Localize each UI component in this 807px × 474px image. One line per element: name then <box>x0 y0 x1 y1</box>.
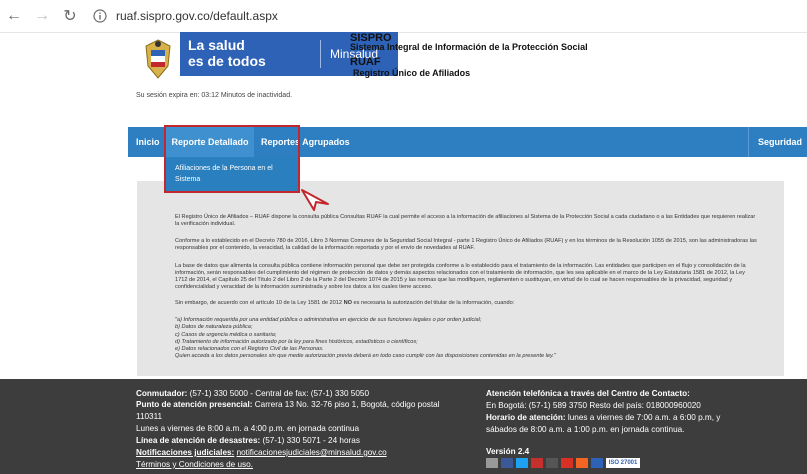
paragraph-autorizacion: Sin embargo, de acuerdo con el artículo … <box>175 300 757 307</box>
footer-bogota: En Bogotá: (57-1) 589 3750 Resto del paí… <box>486 401 701 410</box>
punto-value: Carrera 13 No. 32-76 piso 1, Bogotá, cód… <box>252 400 440 409</box>
social-icons: ISO 27001 <box>486 458 640 468</box>
list-item: e) Datos relacionados con el Registro Ci… <box>175 346 324 353</box>
site-header: La salud es de todos Minsalud SISPRO Sis… <box>128 32 807 90</box>
list-item: c) Casos de urgencia médica o sanitaria; <box>175 331 277 338</box>
browser-toolbar: ← → ↻ ruaf.sispro.gov.co/default.aspx <box>0 0 807 33</box>
youtube-icon[interactable] <box>531 458 543 468</box>
list-item: d) Tratamiento de información autorizado… <box>175 338 418 345</box>
autorizacion-text-end: es necesaria la autorización del titular… <box>351 300 515 306</box>
autorizacion-text: Sin embargo, de acuerdo con el artículo … <box>175 300 344 306</box>
facebook-icon[interactable] <box>501 458 513 468</box>
exceptions-list: "a) Información requerida por una entida… <box>175 317 757 361</box>
site-info-icon[interactable] <box>90 6 110 26</box>
nav-divider <box>748 127 749 157</box>
notificaciones-label: Notificaciones judiciales: <box>136 448 235 457</box>
list-item: Quien acceda a los datos personales sin … <box>175 353 556 360</box>
footer-notificaciones: Notificaciones judiciales: notificacione… <box>136 448 387 458</box>
ruaf-title: RUAF <box>350 56 381 68</box>
version-label: Versión 2.4 <box>486 447 530 456</box>
list-item: b) Datos de naturaleza pública; <box>175 324 253 331</box>
nav-inicio[interactable]: Inicio <box>136 127 160 157</box>
forward-arrow-icon[interactable]: → <box>32 6 52 26</box>
sispro-subtitle: Sistema Integral de Información de la Pr… <box>350 42 588 52</box>
brand-divider <box>320 40 321 68</box>
rss-icon[interactable] <box>576 458 588 468</box>
atencion-label: Atención telefónica a través del Centro … <box>486 389 690 398</box>
desastres-value: (57-1) 330 5071 - 24 horas <box>260 436 360 445</box>
coat-of-arms-logo <box>145 39 171 79</box>
highlight-box <box>164 125 300 193</box>
terminos-link[interactable]: Términos y Condiciones de uso. <box>136 460 253 470</box>
paragraph-ruaf-intro: El Registro Único de Afiliados – RUAF di… <box>175 214 756 227</box>
conmutador-label: Conmutador: <box>136 389 188 398</box>
pointer-arrow-icon <box>301 189 329 211</box>
footer-version: Versión 2.4 <box>486 447 529 457</box>
iso-badge: ISO 27001 <box>606 458 640 468</box>
google-plus-icon[interactable] <box>561 458 573 468</box>
paragraph-decreto: Conforme a lo establecido en el Decreto … <box>175 238 757 251</box>
session-timer: Su sesión expira en: 03:12 Minutos de in… <box>136 92 293 99</box>
reload-icon[interactable]: ↻ <box>60 6 80 26</box>
brand-line-2: es de todos <box>188 53 266 69</box>
instagram-icon[interactable] <box>546 458 558 468</box>
list-item: "a) Información requerida por una entida… <box>175 317 482 323</box>
twitter-icon[interactable] <box>516 458 528 468</box>
paragraph-proteccion-datos: La base de datos que alimenta la consult… <box>175 263 746 290</box>
notificaciones-email-link[interactable]: notificacionesjudiciales@minsalud.gov.co <box>237 448 387 457</box>
brand-line-1: La salud <box>188 37 245 53</box>
footer-codigo-postal: 110311 <box>136 412 163 421</box>
footer-horario-presencial: Lunes a viernes de 8:00 a.m. a 4:00 p.m.… <box>136 424 360 433</box>
punto-label: Punto de atención presencial: <box>136 400 253 409</box>
back-arrow-icon[interactable]: ← <box>4 6 24 26</box>
nav-seguridad[interactable]: Seguridad <box>758 127 802 157</box>
conmutador-value: (57-1) 330 5000 - Central de fax: (57-1)… <box>187 389 370 398</box>
accessibility-icon[interactable] <box>591 458 603 468</box>
footer-atencion-telefonica: Atención telefónica a través del Centro … <box>486 389 690 399</box>
desastres-label: Línea de atención de desastres: <box>136 436 261 445</box>
email-icon[interactable] <box>486 458 498 468</box>
address-bar[interactable]: ruaf.sispro.gov.co/default.aspx <box>116 9 278 23</box>
footer-horario-atencion: Horario de atención: lunes a viernes de … <box>486 413 720 423</box>
horario-value: lunes a viernes de 7:00 a.m. a 6:00 p.m,… <box>565 413 721 422</box>
autorizacion-no: NO <box>343 300 352 306</box>
footer-punto-atencion: Punto de atención presencial: Carrera 13… <box>136 400 440 410</box>
site-footer: Conmutador: (57-1) 330 5000 - Central de… <box>0 379 807 474</box>
ruaf-subtitle: Registro Único de Afiliados <box>353 68 471 78</box>
footer-desastres: Línea de atención de desastres: (57-1) 3… <box>136 436 360 446</box>
horario-label: Horario de atención: <box>486 413 566 422</box>
footer-horario-sabados: sábados de 8:00 a.m. a 1:00 p.m. en jorn… <box>486 425 685 434</box>
main-content: El Registro Único de Afiliados – RUAF di… <box>137 181 784 376</box>
footer-conmutador: Conmutador: (57-1) 330 5000 - Central de… <box>136 389 369 399</box>
